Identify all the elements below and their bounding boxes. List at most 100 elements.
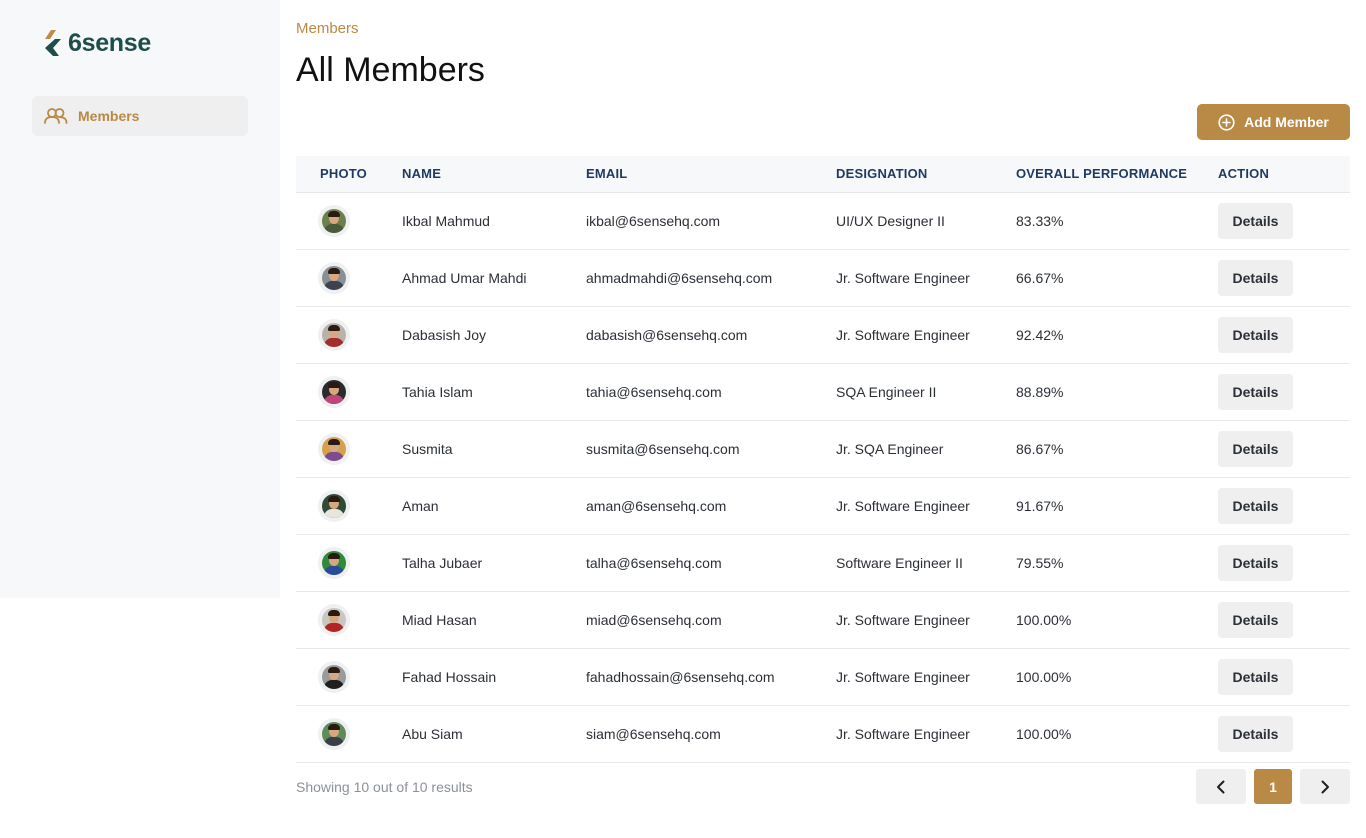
member-designation: SQA Engineer II <box>836 383 937 400</box>
action-cell: Details <box>1218 477 1350 534</box>
member-name: Talha Jubaer <box>402 554 483 571</box>
photo-cell <box>296 420 402 477</box>
sidebar: 6sense Members <box>0 0 280 598</box>
avatar-hair <box>328 666 340 673</box>
sidebar-item-label: Members <box>78 108 140 124</box>
member-email: talha@6sensehq.com <box>586 554 722 571</box>
avatar-hair <box>328 438 340 445</box>
action-cell: Details <box>1218 420 1350 477</box>
photo-cell <box>296 648 402 705</box>
member-email: fahadhossain@6sensehq.com <box>586 668 775 685</box>
photo-cell <box>296 306 402 363</box>
action-cell: Details <box>1218 591 1350 648</box>
details-button[interactable]: Details <box>1218 715 1293 752</box>
page-number-button[interactable]: 1 <box>1254 769 1292 804</box>
avatar <box>318 261 350 294</box>
photo-cell <box>296 591 402 648</box>
member-name: Abu Siam <box>402 725 463 742</box>
details-button[interactable]: Details <box>1218 601 1293 638</box>
avatar-photo <box>322 265 346 290</box>
avatar-photo <box>322 379 346 404</box>
page-title: All Members <box>296 51 485 89</box>
column-header-photo: PHOTO <box>296 156 402 193</box>
brand-name: 6sense <box>68 29 151 57</box>
table-row: Abu Siam siam@6sensehq.com Jr. Software En… <box>296 705 1350 762</box>
member-email: ahmadmahdi@6sensehq.com <box>586 269 773 286</box>
member-email: ikbal@6sensehq.com <box>586 212 721 229</box>
member-performance: 100.00% <box>1016 668 1072 685</box>
avatar <box>318 489 350 522</box>
prev-page-button[interactable] <box>1196 769 1246 804</box>
avatar-hair <box>328 267 340 274</box>
action-cell: Details <box>1218 192 1350 249</box>
breadcrumb[interactable]: Members <box>296 20 359 37</box>
avatar <box>318 432 350 465</box>
member-name: Fahad Hossain <box>402 668 497 685</box>
member-performance: 100.00% <box>1016 611 1072 628</box>
details-button[interactable]: Details <box>1218 487 1293 524</box>
avatar-shirt <box>324 280 344 290</box>
avatar-shirt <box>324 451 344 461</box>
column-header-email: EMAIL <box>586 156 836 193</box>
details-button[interactable]: Details <box>1218 316 1293 353</box>
sidebar-item-members[interactable]: Members <box>32 96 248 136</box>
avatar <box>318 603 350 636</box>
avatar-photo <box>322 208 346 233</box>
next-page-button[interactable] <box>1300 769 1350 804</box>
avatar-hair <box>328 210 340 217</box>
avatar-photo <box>322 436 346 461</box>
add-member-button[interactable]: Add Member <box>1197 104 1350 140</box>
member-designation: Jr. Software Engineer <box>836 269 970 286</box>
avatar-shirt <box>324 223 344 233</box>
brand-logo[interactable]: 6sense <box>44 28 151 58</box>
member-email: dabasish@6sensehq.com <box>586 326 748 343</box>
avatar-shirt <box>324 394 344 404</box>
results-summary: Showing 10 out of 10 results <box>296 779 473 795</box>
table-row: Dabasish Joy dabasish@6sensehq.com Jr. Sof… <box>296 306 1350 363</box>
member-designation: Jr. Software Engineer <box>836 326 970 343</box>
action-cell: Details <box>1218 648 1350 705</box>
member-email: siam@6sensehq.com <box>586 725 721 742</box>
member-designation: UI/UX Designer II <box>836 212 945 229</box>
avatar-hair <box>328 495 340 502</box>
member-performance: 83.33% <box>1016 212 1064 229</box>
avatar-photo <box>322 607 346 632</box>
member-name: Miad Hasan <box>402 611 477 628</box>
member-name: Ikbal Mahmud <box>402 212 490 229</box>
table-row: Susmita susmita@6sensehq.com Jr. SQA Engin… <box>296 420 1350 477</box>
add-member-label: Add Member <box>1244 114 1329 130</box>
avatar-photo <box>322 322 346 347</box>
details-button[interactable]: Details <box>1218 202 1293 239</box>
details-button[interactable]: Details <box>1218 430 1293 467</box>
avatar-photo <box>322 721 346 746</box>
pagination: 1 <box>1196 769 1350 804</box>
member-performance: 86.67% <box>1016 440 1064 457</box>
column-header-designation: DESIGNATION <box>836 156 1016 193</box>
avatar <box>318 717 350 750</box>
photo-cell <box>296 192 402 249</box>
column-header-action: ACTION <box>1218 156 1350 193</box>
details-button[interactable]: Details <box>1218 373 1293 410</box>
photo-cell <box>296 249 402 306</box>
logo-mark-icon <box>45 30 61 56</box>
member-designation: Jr. Software Engineer <box>836 497 970 514</box>
users-icon <box>44 108 68 124</box>
member-email: aman@6sensehq.com <box>586 497 727 514</box>
action-cell: Details <box>1218 705 1350 762</box>
member-name: Aman <box>402 497 439 514</box>
member-name: Dabasish Joy <box>402 326 487 343</box>
member-email: tahia@6sensehq.com <box>586 383 722 400</box>
column-header-name: NAME <box>402 156 586 193</box>
details-button[interactable]: Details <box>1218 259 1293 296</box>
member-designation: Jr. Software Engineer <box>836 668 970 685</box>
avatar-hair <box>328 324 340 331</box>
details-button[interactable]: Details <box>1218 658 1293 695</box>
chevron-right-icon <box>1321 780 1329 793</box>
member-performance: 79.55% <box>1016 554 1064 571</box>
action-cell: Details <box>1218 306 1350 363</box>
details-button[interactable]: Details <box>1218 544 1293 581</box>
avatar <box>318 660 350 693</box>
avatar-shirt <box>324 622 344 632</box>
avatar <box>318 204 350 237</box>
table-row: Fahad Hossain fahadhossain@6sensehq.com Jr… <box>296 648 1350 705</box>
